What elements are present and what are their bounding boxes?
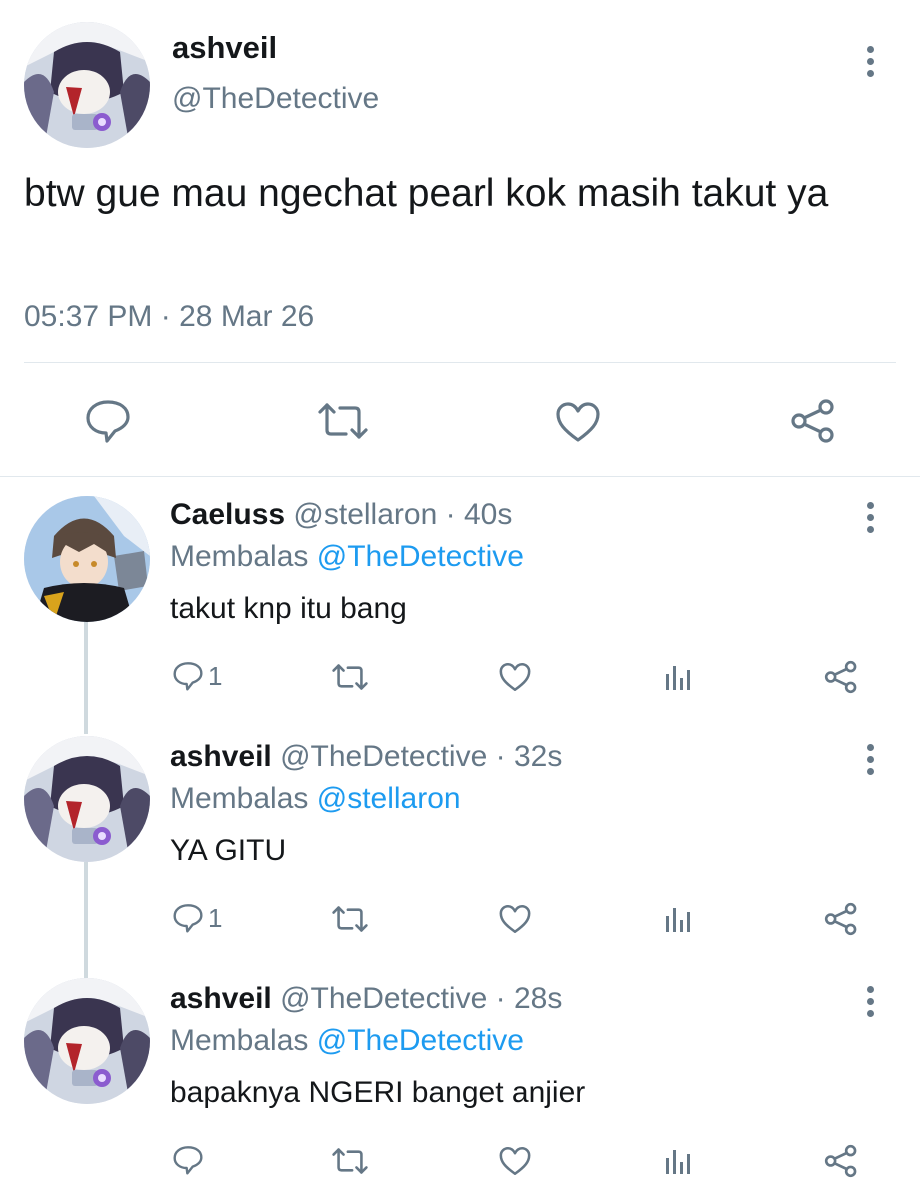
retweet-icon[interactable] [330, 662, 370, 692]
reply-button[interactable]: 1 [172, 660, 222, 692]
reply-button[interactable]: 1 [172, 902, 222, 934]
reply-header: Caeluss @stellaron · 40s [170, 498, 512, 532]
avatar[interactable] [24, 496, 150, 622]
retweet-icon[interactable] [330, 1146, 370, 1176]
reply-age: 32s [513, 740, 563, 773]
replying-to: Membalas @stellaron [170, 782, 461, 816]
more-options-icon[interactable] [864, 46, 876, 77]
replying-to: Membalas @TheDetective [170, 1024, 524, 1058]
thread-line [84, 622, 88, 734]
like-icon[interactable] [554, 400, 602, 444]
mention-link[interactable]: @TheDetective [317, 1024, 524, 1057]
timestamp: 05:37 PM · 28 Mar 26 [24, 300, 314, 334]
share-icon[interactable] [824, 660, 858, 694]
analytics-icon[interactable] [664, 904, 694, 934]
like-icon[interactable] [498, 661, 532, 693]
reply-button[interactable] [172, 1144, 208, 1176]
reply-count: 1 [208, 660, 223, 691]
display-name[interactable]: ashveil [170, 740, 272, 773]
separator: · [445, 498, 456, 531]
reply-icon [173, 662, 203, 691]
handle[interactable]: @stellaron [293, 498, 437, 531]
like-icon[interactable] [498, 903, 532, 935]
reply-icon [173, 1146, 203, 1175]
like-icon[interactable] [498, 1145, 532, 1177]
thread-line [84, 862, 88, 978]
separator: · [495, 982, 506, 1015]
separator: · [495, 740, 506, 773]
more-options-icon[interactable] [864, 986, 876, 1017]
tweet-time: 05:37 PM [24, 300, 153, 333]
retweet-icon[interactable] [330, 904, 370, 934]
display-name[interactable]: Caeluss [170, 498, 285, 531]
replying-prefix: Membalas [170, 782, 309, 815]
analytics-icon[interactable] [664, 662, 694, 692]
avatar[interactable] [24, 736, 150, 862]
mention-link[interactable]: @stellaron [317, 782, 461, 815]
mention-link[interactable]: @TheDetective [317, 540, 524, 573]
divider [0, 476, 920, 477]
reply-header: ashveil @TheDetective · 32s [170, 740, 562, 774]
avatar[interactable] [24, 978, 150, 1104]
handle[interactable]: @TheDetective [280, 740, 487, 773]
reply-text: bapaknya NGERI banget anjier [170, 1076, 586, 1109]
replying-prefix: Membalas [170, 1024, 309, 1057]
reply-age: 28s [513, 982, 563, 1015]
reply-count: 1 [208, 902, 223, 933]
reply-text: YA GITU [170, 834, 287, 867]
replying-prefix: Membalas [170, 540, 309, 573]
more-options-icon[interactable] [864, 744, 876, 775]
share-icon[interactable] [824, 902, 858, 936]
reply-header: ashveil @TheDetective · 28s [170, 982, 562, 1016]
reply-text: takut knp itu bang [170, 592, 407, 625]
more-options-icon[interactable] [864, 502, 876, 533]
reply-icon[interactable] [84, 398, 132, 444]
replying-to: Membalas @TheDetective [170, 540, 524, 574]
display-name[interactable]: ashveil [170, 982, 272, 1015]
share-icon[interactable] [790, 398, 836, 444]
tweet-date: 28 Mar 26 [179, 300, 315, 333]
handle[interactable]: @TheDetective [172, 82, 379, 116]
reply-icon [173, 904, 203, 933]
tweet-text: btw gue mau ngechat pearl kok masih taku… [24, 172, 829, 215]
separator: · [160, 300, 171, 333]
display-name[interactable]: ashveil [172, 30, 277, 66]
handle[interactable]: @TheDetective [280, 982, 487, 1015]
analytics-icon[interactable] [664, 1146, 694, 1176]
retweet-icon[interactable] [316, 400, 370, 442]
divider [24, 362, 896, 363]
avatar[interactable] [24, 22, 150, 148]
share-icon[interactable] [824, 1144, 858, 1178]
reply-age: 40s [463, 498, 513, 531]
